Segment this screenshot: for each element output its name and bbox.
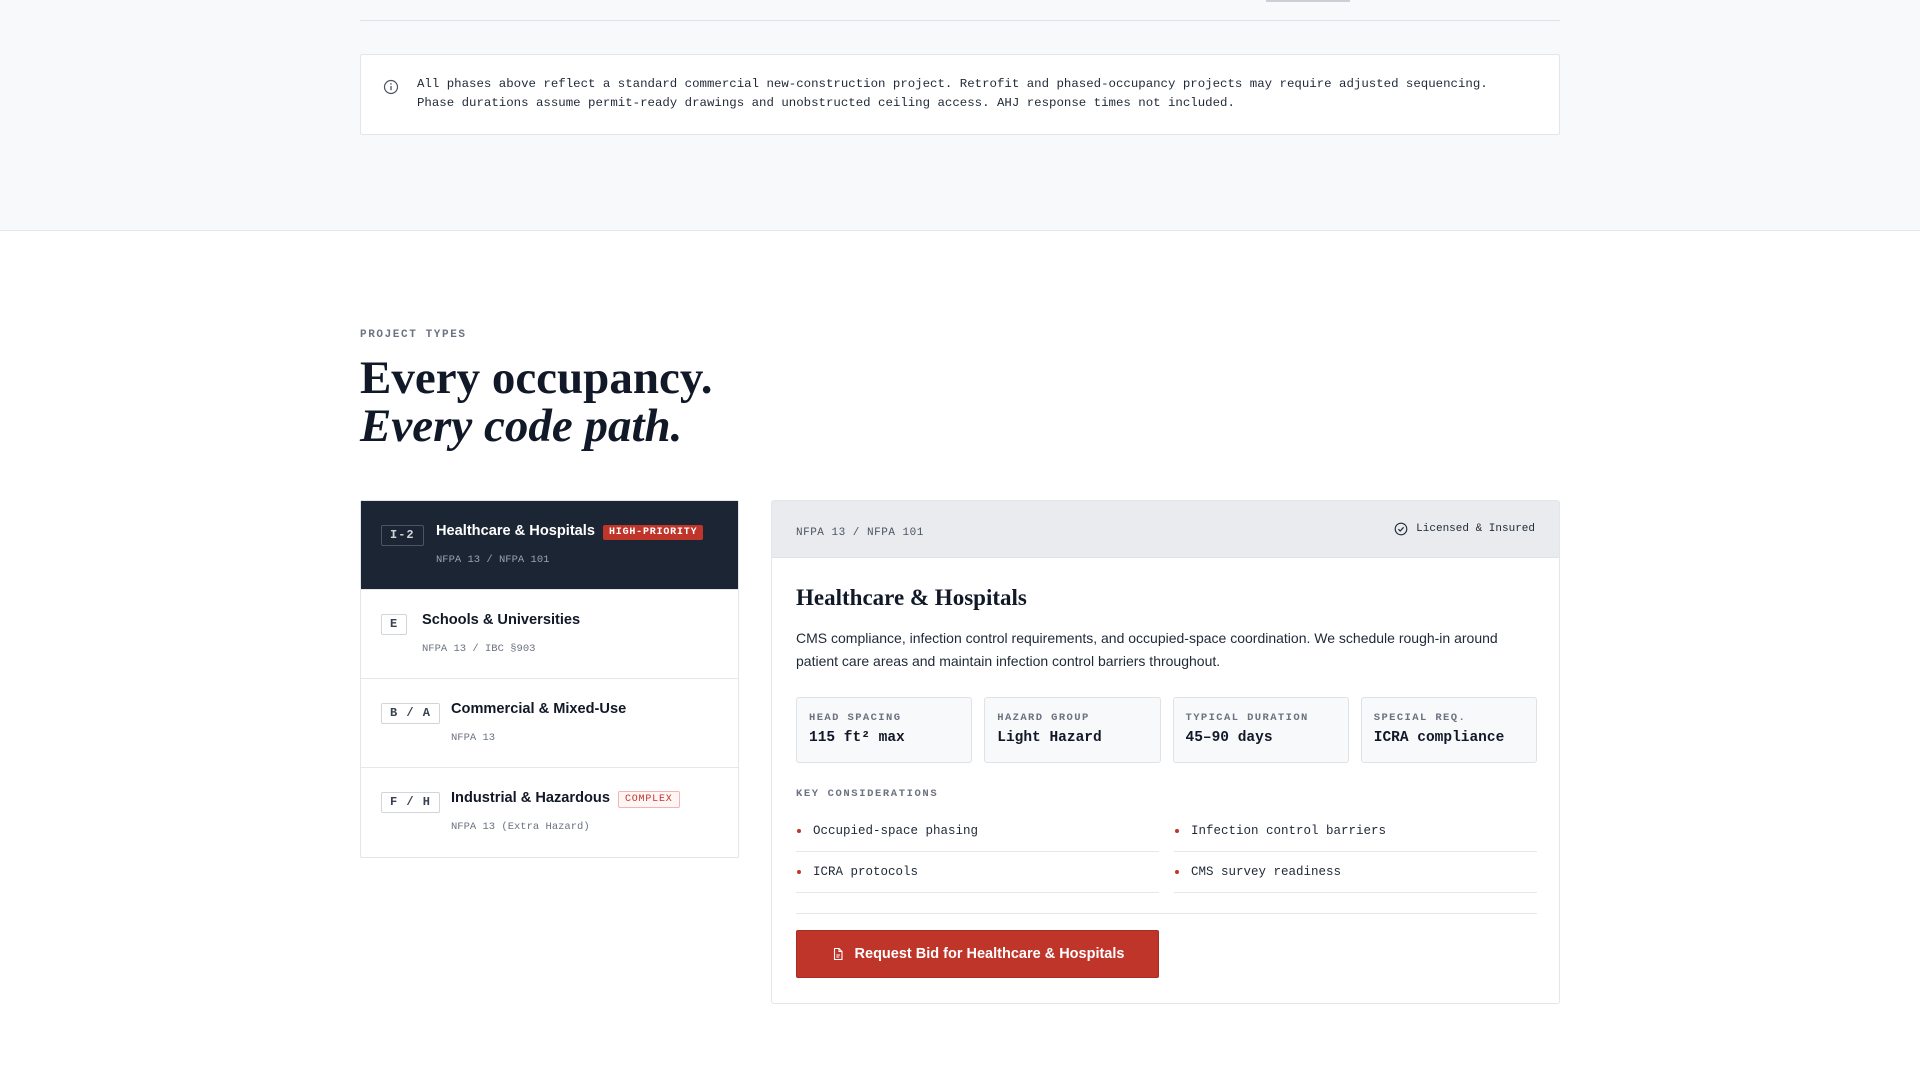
occupancy-code: E [381, 614, 408, 635]
spec-label: SPECIAL REQ. [1373, 712, 1467, 724]
spec-cards: HEAD SPACING 115 ft² max HAZARD GROUP Li… [796, 697, 1537, 763]
project-type-codes: NFPA 13 / IBC §903 [422, 643, 536, 655]
project-type-codes: NFPA 13 [451, 732, 496, 744]
phase-notice: All phases above reflect a standard comm… [360, 54, 1560, 135]
list-item: ICRA protocols [796, 852, 1159, 893]
headline-line-2: Every code path. [360, 400, 683, 452]
high-priority-badge: HIGH-PRIORITY [602, 525, 704, 540]
consideration-text: CMS survey readiness [1191, 865, 1342, 879]
project-type-healthcare[interactable]: I-2 Healthcare & Hospitals HIGH-PRIORITY … [361, 501, 738, 590]
spec-card: TYPICAL DURATION 45–90 days [1172, 697, 1349, 763]
spec-label: HAZARD GROUP [997, 712, 1090, 724]
project-type-title-text: Industrial & Hazardous [451, 790, 610, 806]
consideration-text: Occupied-space phasing [813, 824, 979, 838]
project-type-schools[interactable]: E Schools & Universities NFPA 13 / IBC §… [361, 590, 738, 679]
licensed-badge: Licensed & Insured [1394, 522, 1535, 536]
list-item: Infection control barriers [1174, 811, 1537, 852]
request-bid-button[interactable]: Request Bid for Healthcare & Hospitals [796, 930, 1159, 978]
spec-value: 115 ft² max [809, 730, 905, 746]
spec-value: Light Hazard [997, 730, 1102, 746]
bullet-dot [1175, 829, 1179, 833]
key-considerations-list: Occupied-space phasing Infection control… [796, 811, 1537, 893]
key-considerations-label: KEY CONSIDERATIONS [796, 788, 939, 800]
consideration-text: Infection control barriers [1191, 824, 1387, 838]
check-circle-icon [1394, 522, 1408, 536]
project-type-commercial[interactable]: B / A Commercial & Mixed-Use NFPA 13 [361, 679, 738, 768]
bullet-dot [797, 870, 801, 874]
section-eyebrow: PROJECT TYPES [360, 329, 467, 341]
request-bid-label: Request Bid for Healthcare & Hospitals [854, 946, 1125, 962]
project-type-title-text: Schools & Universities [422, 612, 581, 628]
tab-indicator [1266, 0, 1350, 2]
spec-card: HEAD SPACING 115 ft² max [796, 697, 973, 763]
bullet-dot [1175, 870, 1179, 874]
bullet-dot [797, 829, 801, 833]
project-type-detail: NFPA 13 / NFPA 101 Licensed & Insured He… [771, 500, 1560, 1004]
detail-description: CMS compliance, infection control requir… [796, 630, 1498, 669]
project-type-codes: NFPA 13 (Extra Hazard) [451, 821, 590, 833]
spec-label: HEAD SPACING [809, 712, 902, 724]
project-type-codes: NFPA 13 / NFPA 101 [436, 554, 550, 566]
divider [360, 20, 1560, 21]
complex-badge: COMPLEX [617, 791, 680, 808]
project-type-title: Schools & Universities [422, 612, 580, 628]
licensed-text: Licensed & Insured [1416, 523, 1535, 535]
divider [796, 913, 1537, 914]
info-icon [383, 79, 399, 95]
occupancy-code: F / H [381, 792, 441, 813]
detail-title: Healthcare & Hospitals [796, 585, 1027, 610]
notice-text: All phases above reflect a standard comm… [417, 77, 1488, 110]
document-icon [833, 947, 843, 961]
spec-card: SPECIAL REQ. ICRA compliance [1360, 697, 1537, 763]
project-type-industrial[interactable]: F / H Industrial & Hazardous COMPLEX NFPA… [361, 768, 738, 857]
spec-value: 45–90 days [1185, 730, 1273, 746]
detail-header: NFPA 13 / NFPA 101 Licensed & Insured [772, 501, 1559, 558]
project-type-list: I-2 Healthcare & Hospitals HIGH-PRIORITY … [360, 500, 739, 858]
project-type-title-text: Commercial & Mixed-Use [451, 701, 627, 717]
section-headline: Every occupancy. Every code path. [360, 354, 712, 450]
occupancy-code: B / A [381, 703, 441, 724]
project-type-title-text: Healthcare & Hospitals [436, 523, 595, 539]
spec-value: ICRA compliance [1373, 730, 1505, 746]
top-band: All phases above reflect a standard comm… [0, 0, 1920, 231]
project-type-title: Healthcare & Hospitals HIGH-PRIORITY [436, 523, 704, 540]
list-item: Occupied-space phasing [796, 811, 1159, 852]
spec-label: TYPICAL DURATION [1185, 712, 1309, 724]
list-item: CMS survey readiness [1174, 852, 1537, 893]
detail-codes: NFPA 13 / NFPA 101 [796, 527, 924, 539]
occupancy-code: I-2 [381, 525, 424, 546]
project-type-title: Industrial & Hazardous COMPLEX [451, 790, 680, 808]
spec-card: HAZARD GROUP Light Hazard [984, 697, 1161, 763]
consideration-text: ICRA protocols [813, 865, 919, 879]
project-type-title: Commercial & Mixed-Use [451, 701, 626, 717]
headline-line-1: Every occupancy. [360, 352, 713, 404]
